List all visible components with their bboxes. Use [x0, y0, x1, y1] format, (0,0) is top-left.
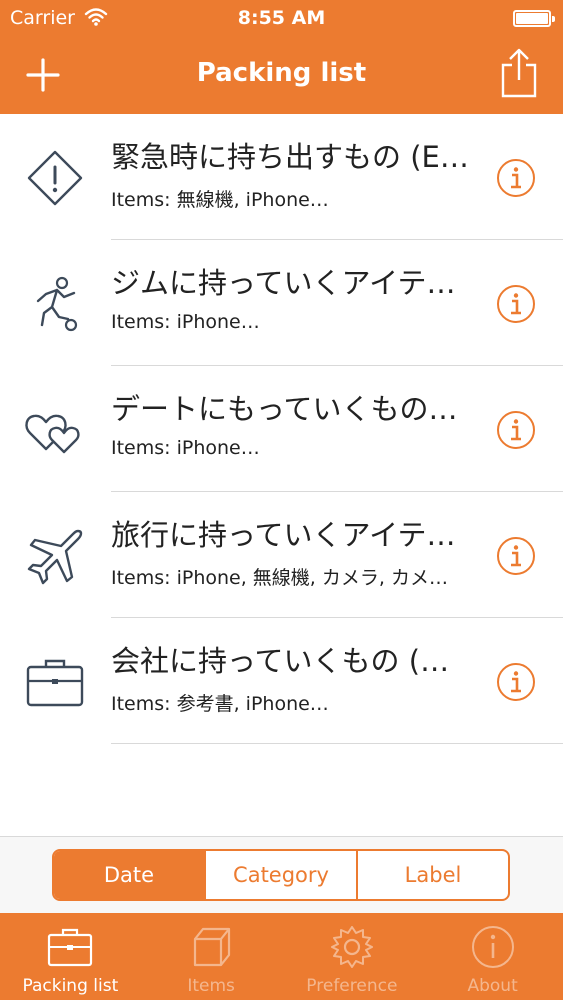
sort-date-segment[interactable]: Date: [54, 851, 204, 899]
list-item[interactable]: デートにもっていくもの… Items: iPhone…: [0, 366, 563, 492]
list-title: 旅行に持っていくアイテ…: [111, 518, 456, 552]
list-item[interactable]: 会社に持っていくもの (… Items: 参考書, iPhone…: [0, 618, 563, 744]
list-title: 緊急時に持ち出すもの (E…: [111, 140, 469, 174]
sort-segmented-control: Date Category Label: [52, 849, 510, 901]
list-title: 会社に持っていくもの (…: [111, 644, 450, 678]
list-items-summary: Items: 参考書, iPhone…: [111, 693, 329, 715]
list-items-summary: Items: iPhone, 無線機, カメラ, カメ…: [111, 567, 448, 589]
tab-label: Packing list: [22, 976, 119, 996]
box-icon: [194, 927, 231, 967]
list-item[interactable]: 緊急時に持ち出すもの (E… Items: 無線機, iPhone…: [0, 114, 563, 240]
soccer-player-icon: [36, 276, 78, 332]
status-time: 8:55 AM: [237, 7, 326, 29]
briefcase-icon: [26, 659, 84, 707]
tab-label: About: [467, 976, 518, 996]
warning-diamond-icon: [27, 150, 83, 206]
info-icon: [471, 926, 514, 968]
tab-items[interactable]: Items: [141, 913, 282, 1000]
airplane-icon: [27, 529, 83, 585]
info-icon[interactable]: [496, 536, 536, 576]
tab-label: Preference: [306, 976, 398, 996]
tab-preference[interactable]: Preference: [282, 913, 423, 1000]
tab-bar: Packing list Items Preference About: [0, 913, 563, 1000]
list-items-summary: Items: iPhone…: [111, 311, 260, 333]
tab-about[interactable]: About: [422, 913, 563, 1000]
packing-list: 緊急時に持ち出すもの (E… Items: 無線機, iPhone… ジムに持っ…: [0, 114, 563, 744]
info-icon[interactable]: [496, 410, 536, 450]
navigation-header: Carrier 8:55 AM Packing list: [0, 0, 563, 114]
sort-label-segment[interactable]: Label: [356, 851, 508, 899]
info-icon[interactable]: [496, 284, 536, 324]
sort-category-segment[interactable]: Category: [204, 851, 356, 899]
list-title: ジムに持っていくアイテ…: [111, 266, 456, 300]
list-item[interactable]: 旅行に持っていくアイテ… Items: iPhone, 無線機, カメラ, カメ…: [0, 492, 563, 618]
info-icon[interactable]: [496, 158, 536, 198]
list-items-summary: Items: 無線機, iPhone…: [111, 189, 329, 211]
list-items-summary: Items: iPhone…: [111, 437, 260, 459]
info-icon[interactable]: [496, 662, 536, 702]
share-icon[interactable]: [499, 48, 539, 98]
list-title: デートにもっていくもの…: [111, 392, 458, 426]
battery-icon: [513, 10, 555, 27]
briefcase-icon: [48, 928, 93, 967]
list-item[interactable]: ジムに持っていくアイテ… Items: iPhone…: [0, 240, 563, 366]
hearts-icon: [25, 414, 80, 454]
page-title: Packing list: [196, 58, 367, 88]
tab-label: Items: [187, 976, 235, 996]
row-divider: [111, 743, 563, 744]
gear-icon: [330, 926, 373, 968]
tab-packing-list[interactable]: Packing list: [0, 913, 141, 1000]
sort-bar: Date Category Label: [0, 836, 563, 914]
status-bar: Carrier 8:55 AM: [0, 0, 563, 38]
